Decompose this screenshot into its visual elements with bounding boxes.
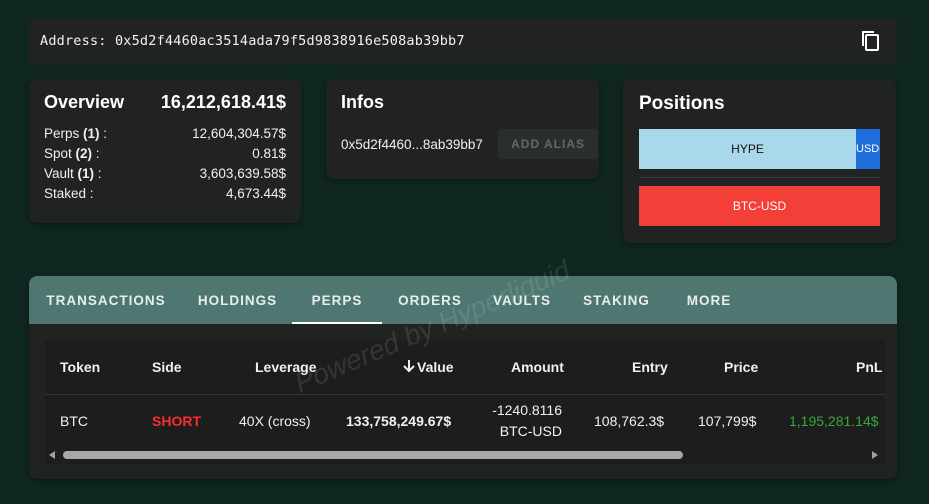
overview-row-value: 12,604,304.57$ — [192, 126, 286, 141]
positions-card: Positions HYPE USDC BTC-USD — [623, 79, 896, 243]
cell-side: SHORT — [152, 413, 201, 429]
overview-row-label: Vault (1) : — [44, 166, 102, 181]
header-token[interactable]: Token — [60, 340, 100, 395]
address-bar: Address: 0x5d2f4460ac3514ada79f5d9838916… — [28, 19, 897, 63]
positions-divider — [639, 177, 880, 178]
scrollbar-thumb[interactable] — [63, 451, 683, 459]
header-amount[interactable]: Amount — [511, 340, 564, 395]
cell-token: BTC — [60, 413, 88, 429]
overview-row-label: Spot (2) : — [44, 146, 100, 161]
overview-row-spot: Spot (2) : 0.81$ — [44, 144, 286, 164]
overview-row-perps: Perps (1) : 12,604,304.57$ — [44, 124, 286, 144]
header-pnl[interactable]: PnL — [856, 340, 882, 395]
overview-row-staked: Staked : 4,673.44$ — [44, 184, 286, 204]
overview-total: 16,212,618.41$ — [160, 92, 286, 112]
add-alias-button[interactable]: ADD ALIAS — [498, 129, 598, 159]
perps-table: Token Side Leverage Value Amount Entry P… — [45, 340, 885, 464]
header-value[interactable]: Value — [401, 340, 454, 395]
position-segment-usdc: USDC — [856, 129, 880, 169]
cell-value: 133,758,249.67$ — [346, 413, 452, 429]
horizontal-scrollbar[interactable] — [45, 449, 885, 461]
cell-price: 107,799$ — [698, 413, 757, 429]
overview-row-label: Staked : — [44, 186, 94, 201]
tab-orders[interactable]: ORDERS — [382, 276, 478, 324]
table-row[interactable]: BTC SHORT 40X (cross) 133,758,249.67$ -1… — [45, 395, 885, 447]
cell-amount: -1240.8116 BTC-USD — [492, 402, 562, 439]
overview-card: Overview 16,212,618.41$ Perps (1) : 12,6… — [29, 79, 301, 223]
position-bar-btc-usd[interactable]: BTC-USD — [639, 186, 880, 226]
cell-entry: 108,762.3$ — [594, 413, 665, 429]
tab-vaults[interactable]: VAULTS — [478, 276, 566, 324]
header-leverage[interactable]: Leverage — [255, 340, 316, 395]
table-header: Token Side Leverage Value Amount Entry P… — [45, 340, 885, 395]
tab-perps[interactable]: PERPS — [292, 276, 382, 324]
overview-row-value: 4,673.44$ — [225, 186, 286, 201]
cell-pnl: 1,195,281.14$ — [789, 413, 879, 429]
overview-row-value: 3,603,639.58$ — [199, 166, 286, 181]
tab-bar: TRANSACTIONS HOLDINGS PERPS ORDERS VAULT… — [29, 276, 897, 324]
copy-icon[interactable] — [859, 29, 883, 53]
overview-row-label: Perps (1) : — [44, 126, 108, 141]
positions-title: Positions — [639, 93, 725, 114]
header-price[interactable]: Price — [724, 340, 758, 395]
overview-row-value: 0.81$ — [252, 146, 286, 161]
tab-transactions[interactable]: TRANSACTIONS — [29, 276, 183, 324]
header-entry[interactable]: Entry — [632, 340, 668, 395]
overview-title: Overview — [44, 92, 125, 112]
scroll-left-arrow-icon[interactable] — [49, 451, 55, 459]
cell-leverage: 40X (cross) — [239, 413, 311, 429]
infos-title: Infos — [341, 92, 384, 112]
tab-holdings[interactable]: HOLDINGS — [183, 276, 292, 324]
header-side[interactable]: Side — [152, 340, 182, 395]
overview-row-vault: Vault (1) : 3,603,639.58$ — [44, 164, 286, 184]
scroll-right-arrow-icon[interactable] — [872, 451, 878, 459]
infos-card: Infos 0x5d2f4460...8ab39bb7 ADD ALIAS — [326, 79, 599, 179]
short-address: 0x5d2f4460...8ab39bb7 — [341, 136, 483, 152]
tab-staking[interactable]: STAKING — [566, 276, 667, 324]
address-text: Address: 0x5d2f4460ac3514ada79f5d9838916… — [40, 33, 465, 49]
details-card: TRANSACTIONS HOLDINGS PERPS ORDERS VAULT… — [29, 276, 897, 479]
tab-more[interactable]: MORE — [667, 276, 751, 324]
arrow-down-icon — [403, 360, 415, 373]
position-segment-hype: HYPE — [639, 129, 856, 169]
position-bar-hype[interactable]: HYPE USDC — [639, 129, 880, 169]
